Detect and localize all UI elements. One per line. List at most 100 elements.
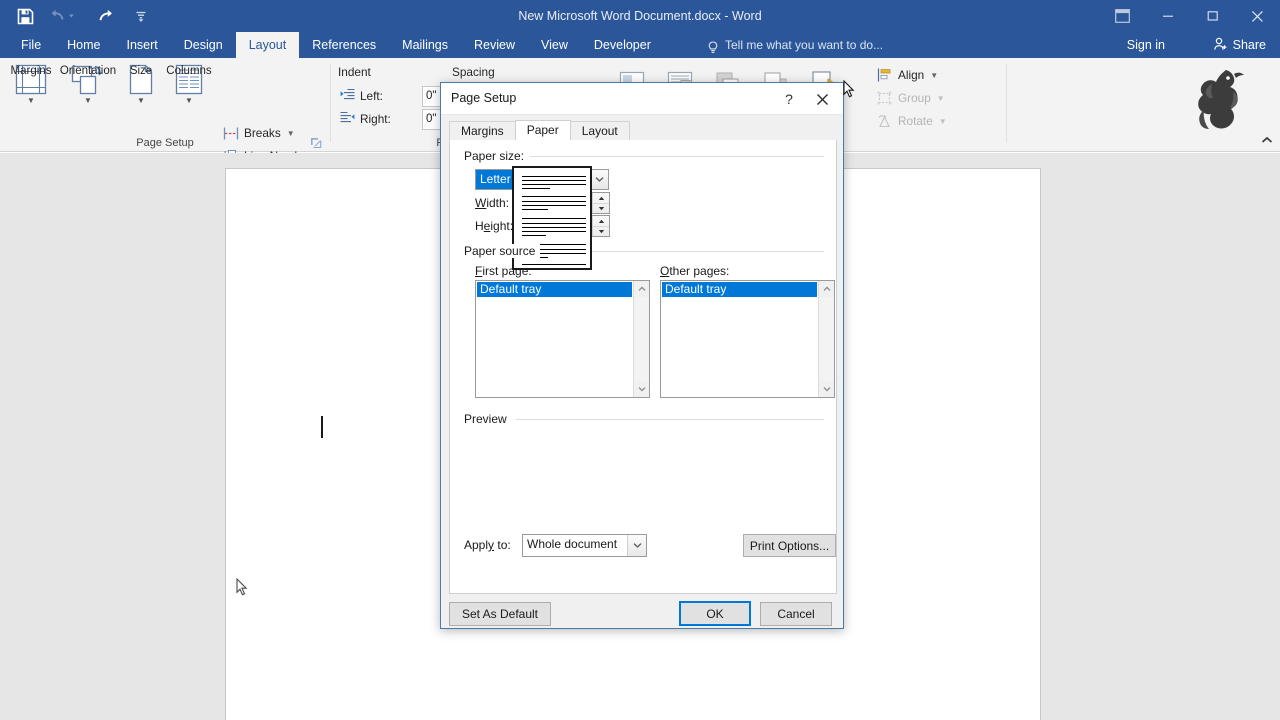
tab-file[interactable]: File bbox=[8, 32, 54, 58]
margins-caret-icon[interactable]: ▼ bbox=[27, 97, 35, 105]
first-page-scroll-down-icon[interactable] bbox=[634, 381, 649, 397]
indent-right-icon bbox=[340, 111, 355, 127]
tab-layout[interactable]: Layout bbox=[236, 32, 300, 58]
help-icon[interactable]: ? bbox=[779, 89, 799, 109]
align-icon bbox=[876, 67, 893, 84]
ok-button[interactable]: OK bbox=[679, 601, 751, 626]
text-cursor bbox=[321, 416, 323, 438]
share-person-icon bbox=[1213, 37, 1228, 54]
rotate-button[interactable]: Rotate ▼ bbox=[876, 110, 947, 132]
apply-to-label: Apply to: bbox=[464, 538, 511, 552]
align-button[interactable]: Align ▼ bbox=[876, 64, 938, 86]
set-as-default-button[interactable]: Set As Default bbox=[449, 602, 551, 626]
paper-size-rule bbox=[530, 156, 824, 157]
size-label: Size bbox=[130, 65, 152, 77]
group-caret-icon[interactable]: ▼ bbox=[937, 94, 945, 103]
dialog-title-bar: Page Setup ? bbox=[441, 83, 843, 115]
paper-size-section-label: Paper size: bbox=[464, 149, 529, 163]
close-button[interactable] bbox=[1235, 0, 1280, 32]
dialog-tabs: Margins Paper Layout bbox=[449, 121, 629, 140]
tab-view[interactable]: View bbox=[528, 32, 581, 58]
tab-review[interactable]: Review bbox=[461, 32, 528, 58]
group-icon bbox=[876, 90, 893, 107]
columns-label: Columns bbox=[166, 65, 211, 77]
maximize-restore-button[interactable] bbox=[1190, 0, 1235, 32]
group-label: Group bbox=[898, 91, 931, 105]
indent-left-label: Left: bbox=[340, 88, 383, 104]
other-pages-items: Default tray bbox=[661, 281, 818, 397]
dialog-tab-layout[interactable]: Layout bbox=[570, 121, 630, 140]
width-spin-up-icon[interactable] bbox=[593, 193, 609, 203]
other-pages-scrollbar[interactable] bbox=[818, 281, 834, 397]
collapse-ribbon-icon[interactable] bbox=[1260, 133, 1274, 147]
width-spin-down-icon[interactable] bbox=[593, 203, 609, 213]
tell-me-search[interactable]: Tell me what you want to do... bbox=[707, 32, 883, 58]
tab-references[interactable]: References bbox=[299, 32, 389, 58]
word-application-window: New Microsoft Word Document.docx - Word … bbox=[0, 0, 1280, 720]
group-button[interactable]: Group ▼ bbox=[876, 87, 945, 109]
first-page-scroll-up-icon[interactable] bbox=[634, 281, 649, 297]
group-divider-right bbox=[1006, 64, 1007, 142]
sign-in-button[interactable]: Sign in bbox=[1127, 32, 1165, 58]
other-pages-item-default-tray[interactable]: Default tray bbox=[662, 282, 817, 297]
other-pages-scroll-down-icon[interactable] bbox=[819, 381, 834, 397]
first-page-scrollbar[interactable] bbox=[633, 281, 649, 397]
dialog-tab-paper[interactable]: Paper bbox=[515, 120, 571, 140]
rotate-icon bbox=[876, 113, 893, 130]
share-button[interactable]: Share bbox=[1209, 32, 1270, 58]
width-spinner[interactable] bbox=[592, 193, 609, 213]
height-spinner[interactable] bbox=[592, 216, 609, 236]
width-label: Width: bbox=[475, 196, 509, 210]
minimize-button[interactable] bbox=[1145, 0, 1190, 32]
ribbon-display-options-icon[interactable] bbox=[1099, 0, 1145, 32]
margins-label: Margins bbox=[11, 65, 52, 77]
other-pages-listbox[interactable]: Default tray bbox=[660, 280, 835, 398]
first-page-listbox[interactable]: Default tray bbox=[475, 280, 650, 398]
ribbon-group-align: Align ▼ Group ▼ Rotate ▼ bbox=[872, 58, 1002, 152]
columns-caret-icon[interactable]: ▼ bbox=[185, 97, 193, 105]
height-spin-down-icon[interactable] bbox=[593, 226, 609, 236]
window-title: New Microsoft Word Document.docx - Word bbox=[0, 0, 1280, 32]
ribbon-group-page-setup: Margins ▼ Orientation ▼ Size ▼ bbox=[0, 58, 330, 152]
tab-insert[interactable]: Insert bbox=[114, 32, 171, 58]
rotate-label: Rotate bbox=[898, 114, 933, 128]
lightbulb-icon bbox=[707, 38, 719, 52]
dialog-content: Paper size: Letter Width: 8.5" Height: 1… bbox=[449, 140, 837, 594]
dragon-image bbox=[1182, 64, 1258, 142]
margins-button[interactable]: Margins ▼ bbox=[2, 62, 60, 130]
align-label: Align bbox=[898, 68, 924, 82]
first-page-item-default-tray[interactable]: Default tray bbox=[477, 282, 632, 297]
other-pages-scroll-up-icon[interactable] bbox=[819, 281, 834, 297]
apply-to-chevron-down-icon[interactable] bbox=[627, 535, 646, 556]
indent-right-text: Right: bbox=[360, 112, 391, 126]
height-spin-up-icon[interactable] bbox=[593, 216, 609, 226]
rotate-caret-icon[interactable]: ▼ bbox=[939, 117, 947, 126]
tab-mailings[interactable]: Mailings bbox=[389, 32, 461, 58]
ribbon-tab-strip: File Home Insert Design Layout Reference… bbox=[0, 32, 1280, 58]
indent-left-text: Left: bbox=[360, 89, 383, 103]
ok-label: OK bbox=[706, 607, 723, 621]
apply-to-combo[interactable]: Whole document bbox=[522, 534, 647, 557]
dialog-close-icon[interactable] bbox=[811, 89, 833, 109]
tab-home[interactable]: Home bbox=[54, 32, 113, 58]
size-caret-icon[interactable]: ▼ bbox=[137, 97, 145, 105]
tab-design[interactable]: Design bbox=[171, 32, 236, 58]
page-setup-group-label: Page Setup bbox=[0, 137, 330, 149]
columns-button[interactable]: Columns ▼ bbox=[160, 62, 218, 130]
preview-section-label: Preview bbox=[464, 412, 512, 426]
window-controls bbox=[1099, 0, 1280, 32]
indent-right-label: Right: bbox=[340, 111, 391, 127]
paper-source-section-label: Paper source bbox=[464, 244, 540, 258]
align-caret-icon[interactable]: ▼ bbox=[930, 71, 938, 80]
orientation-label: Orientation bbox=[60, 65, 116, 77]
orientation-button[interactable]: Orientation ▼ bbox=[55, 62, 121, 130]
tab-developer[interactable]: Developer bbox=[581, 32, 664, 58]
print-options-button[interactable]: Print Options... bbox=[743, 534, 836, 557]
cancel-button[interactable]: Cancel bbox=[760, 602, 832, 626]
size-button[interactable]: Size ▼ bbox=[118, 62, 164, 130]
dialog-tab-margins[interactable]: Margins bbox=[449, 121, 516, 140]
indent-left-icon bbox=[340, 88, 355, 104]
group-divider bbox=[330, 64, 331, 142]
orientation-caret-icon[interactable]: ▼ bbox=[84, 97, 92, 105]
page-setup-dialog-launcher-icon[interactable] bbox=[310, 136, 322, 148]
